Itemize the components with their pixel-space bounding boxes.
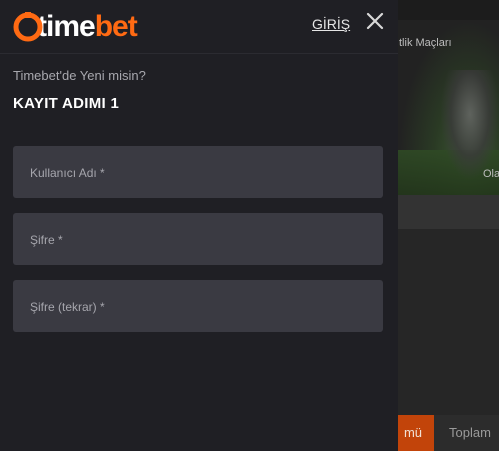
banner-player-image [440, 70, 499, 180]
registration-drawer: timebet GİRİŞ Timebet'de Yeni misin? KAY… [0, 0, 398, 451]
timebet-logo[interactable]: timebet [13, 9, 138, 45]
drawer-header: timebet GİRİŞ [0, 0, 398, 54]
drawer-subtitle: Timebet'de Yeni misin? [13, 68, 146, 83]
password-repeat-input[interactable] [28, 280, 372, 334]
background-strip [398, 195, 499, 229]
step-title: KAYIT ADIMI 1 [13, 95, 120, 112]
username-field[interactable] [13, 146, 383, 200]
timebet-logo-icon [13, 12, 43, 42]
logo-text-time: time [37, 10, 96, 43]
bottom-tab-total[interactable]: Toplam [434, 415, 499, 451]
background-topbar [398, 0, 499, 20]
username-input[interactable] [28, 146, 372, 200]
close-icon[interactable] [365, 11, 385, 31]
banner-title: tlik Maçları [399, 37, 452, 49]
login-link[interactable]: GİRİŞ [312, 16, 350, 32]
logo-text: timebet [37, 9, 138, 45]
password-repeat-field[interactable] [13, 280, 383, 334]
password-field[interactable] [13, 213, 383, 267]
logo-text-bet: bet [94, 10, 138, 43]
banner-side-text: Ola [483, 168, 499, 180]
password-input[interactable] [28, 213, 372, 267]
